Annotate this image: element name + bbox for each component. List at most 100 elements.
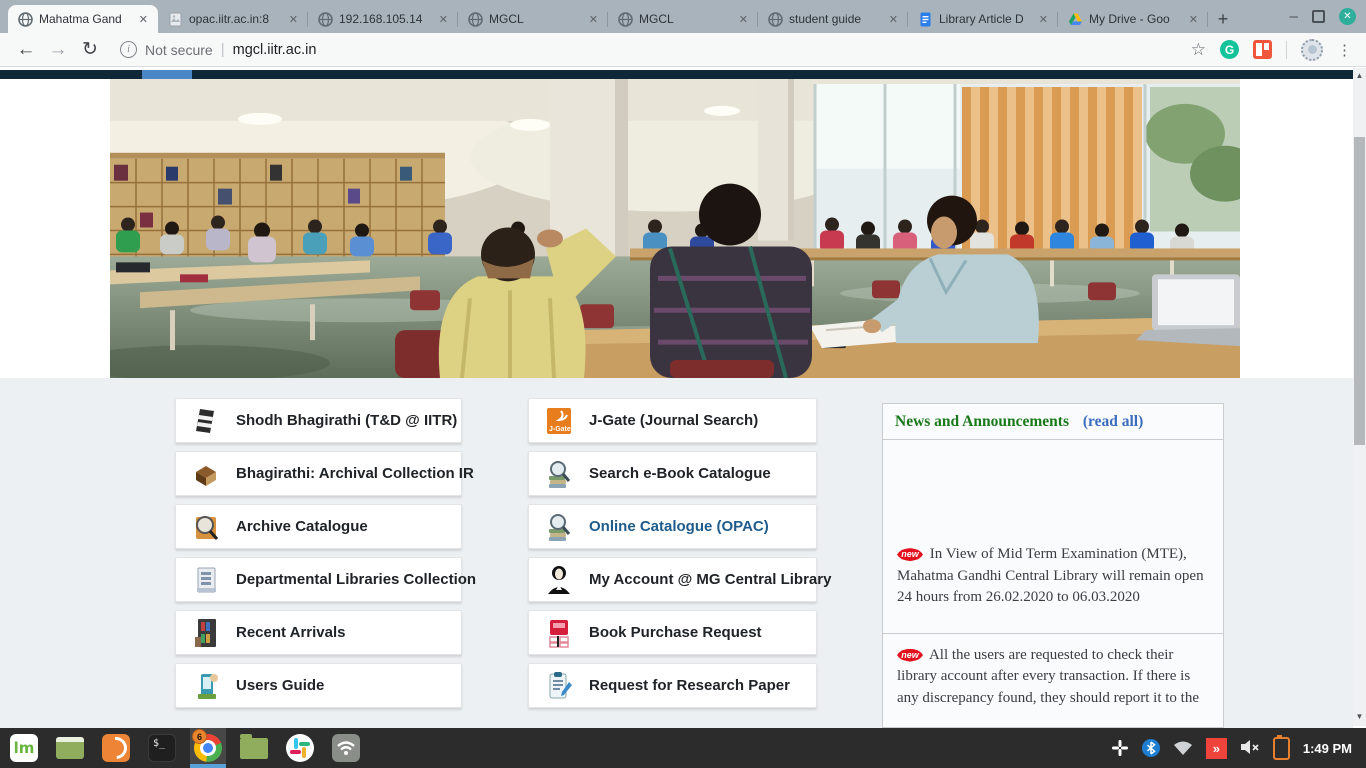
read-all-link[interactable]: (read all) xyxy=(1083,413,1143,430)
show-desktop-button[interactable] xyxy=(52,728,88,768)
restore-button[interactable] xyxy=(1312,10,1325,23)
book-search-icon xyxy=(545,511,573,543)
profile-avatar[interactable] xyxy=(1301,39,1323,61)
address-bar[interactable]: i Not secure | mgcl.iitr.ac.in xyxy=(120,41,1191,58)
news-item[interactable]: new All the users are requested to check… xyxy=(883,633,1223,720)
chrome-window-button[interactable]: 6 xyxy=(190,728,226,768)
link-label: J-Gate (Journal Search) xyxy=(589,412,758,429)
news-item[interactable]: new In View of Mid Term Examination (MTE… xyxy=(883,440,1223,633)
new-tab-button[interactable]: + xyxy=(1208,5,1238,33)
svg-text:J-Gate: J-Gate xyxy=(549,426,571,433)
terminal-launcher[interactable]: $_ xyxy=(144,728,180,768)
slack-launcher[interactable] xyxy=(282,728,318,768)
browser-toolbar: ← → ↻ i Not secure | mgcl.iitr.ac.in ☆ G… xyxy=(0,33,1366,67)
tab-close-icon[interactable]: ✕ xyxy=(287,13,300,26)
tab-title: opac.iitr.ac.in:8 xyxy=(189,12,281,26)
tab-mgcl-2[interactable]: MGCL ✕ xyxy=(608,5,758,33)
tab-title: Mahatma Gand xyxy=(39,12,131,26)
link-label: Search e-Book Catalogue xyxy=(589,465,771,482)
firefox-icon xyxy=(102,734,130,762)
news-item-text: In View of Mid Term Examination (MTE), M… xyxy=(897,546,1204,605)
tab-mahatma-gandhi[interactable]: Mahatma Gand ✕ xyxy=(8,5,158,33)
battery-icon[interactable] xyxy=(1273,737,1290,760)
forward-button[interactable]: → xyxy=(42,39,74,61)
tab-library-article[interactable]: Library Article D ✕ xyxy=(908,5,1058,33)
grammarly-extension-icon[interactable]: G xyxy=(1220,40,1239,59)
tab-title: My Drive - Goo xyxy=(1089,12,1181,26)
link-book-purchase[interactable]: Book Purchase Request xyxy=(528,610,817,655)
system-tray: » 1:49 PM xyxy=(1111,737,1360,760)
link-archive-catalogue[interactable]: Archive Catalogue xyxy=(175,504,462,549)
tab-close-icon[interactable]: ✕ xyxy=(137,13,150,26)
link-recent-arrivals[interactable]: Recent Arrivals xyxy=(175,610,462,655)
screenshot-extension-icon[interactable] xyxy=(1253,40,1272,59)
link-label: Request for Research Paper xyxy=(589,677,790,694)
archive-boxes-icon xyxy=(192,458,220,490)
scrollbar-down-arrow[interactable]: ▼ xyxy=(1353,710,1366,723)
reload-button[interactable]: ↻ xyxy=(74,38,106,61)
tab-close-icon[interactable]: ✕ xyxy=(887,13,900,26)
back-button[interactable]: ← xyxy=(10,39,42,61)
link-label: Departmental Libraries Collection xyxy=(236,571,476,588)
link-archival-collection[interactable]: Bhagirathi: Archival Collection IR xyxy=(175,451,462,496)
page-scrollbar[interactable]: ▲ ▼ xyxy=(1353,68,1366,726)
folder-icon xyxy=(240,738,268,759)
mint-menu-button[interactable]: lm xyxy=(6,728,42,768)
anydesk-icon[interactable]: » xyxy=(1206,738,1227,759)
tab-title: MGCL xyxy=(489,12,581,26)
toolbar-right: ☆ G ⋮ xyxy=(1191,39,1352,61)
link-users-guide[interactable]: Users Guide xyxy=(175,663,462,708)
quick-links-left-column: Shodh Bhagirathi (T&D @ IITR) Bhagirathi… xyxy=(175,398,462,708)
scrollbar-up-arrow[interactable]: ▲ xyxy=(1353,69,1366,82)
bookmark-star-icon[interactable]: ☆ xyxy=(1191,40,1206,60)
google-docs-icon xyxy=(918,12,933,27)
chrome-window-count-badge: 6 xyxy=(192,729,207,744)
link-label: Users Guide xyxy=(236,677,324,694)
minimize-button[interactable]: – xyxy=(1290,12,1298,22)
link-opac[interactable]: Online Catalogue (OPAC) xyxy=(528,504,817,549)
clock[interactable]: 1:49 PM xyxy=(1303,741,1352,756)
news-panel: News and Announcements (read all) new In… xyxy=(882,403,1224,728)
tab-student-guide[interactable]: student guide ✕ xyxy=(758,5,908,33)
tab-close-icon[interactable]: ✕ xyxy=(437,13,450,26)
url-text[interactable]: mgcl.iitr.ac.in xyxy=(233,42,317,58)
tab-opac[interactable]: opac.iitr.ac.in:8 ✕ xyxy=(158,5,308,33)
close-button[interactable]: ✕ xyxy=(1339,8,1356,25)
tab-mgcl-1[interactable]: MGCL ✕ xyxy=(458,5,608,33)
file-manager-launcher[interactable] xyxy=(236,728,272,768)
site-info-icon[interactable]: i xyxy=(120,41,137,58)
site-navbar-edge xyxy=(0,70,1353,79)
bluetooth-icon[interactable] xyxy=(1142,739,1160,757)
link-label: Shodh Bhagirathi (T&D @ IITR) xyxy=(236,412,457,429)
site-navbar-active-item[interactable] xyxy=(142,70,192,79)
library-reading-room-photo xyxy=(110,79,1240,378)
volume-muted-icon[interactable] xyxy=(1240,739,1260,758)
link-ebook-catalogue[interactable]: Search e-Book Catalogue xyxy=(528,451,817,496)
new-books-shelf-icon xyxy=(192,617,220,649)
tab-close-icon[interactable]: ✕ xyxy=(1187,13,1200,26)
security-label: Not secure xyxy=(145,42,213,58)
link-shodh-bhagirathi[interactable]: Shodh Bhagirathi (T&D @ IITR) xyxy=(175,398,462,443)
tab-close-icon[interactable]: ✕ xyxy=(587,13,600,26)
network-app-launcher[interactable] xyxy=(328,728,364,768)
tab-close-icon[interactable]: ✕ xyxy=(1037,13,1050,26)
link-departmental-libraries[interactable]: Departmental Libraries Collection xyxy=(175,557,462,602)
browser-tab-strip: Mahatma Gand ✕ opac.iitr.ac.in:8 ✕ 192.1… xyxy=(0,0,1366,33)
quick-links-right-column: J-Gate J-Gate (Journal Search) Search e-… xyxy=(528,398,817,708)
tray-slack-icon[interactable] xyxy=(1111,739,1129,757)
link-my-account[interactable]: My Account @ MG Central Library xyxy=(528,557,817,602)
tab-ip-address[interactable]: 192.168.105.14 ✕ xyxy=(308,5,458,33)
link-jgate[interactable]: J-Gate J-Gate (Journal Search) xyxy=(528,398,817,443)
tab-close-icon[interactable]: ✕ xyxy=(737,13,750,26)
scrollbar-thumb[interactable] xyxy=(1354,137,1365,445)
link-label: Online Catalogue (OPAC) xyxy=(589,518,769,535)
browser-menu-icon[interactable]: ⋮ xyxy=(1337,41,1352,59)
firefox-launcher[interactable] xyxy=(98,728,134,768)
link-research-paper-request[interactable]: Request for Research Paper xyxy=(528,663,817,708)
news-header: News and Announcements (read all) xyxy=(883,404,1223,440)
network-wifi-icon[interactable] xyxy=(1173,741,1193,756)
tab-my-drive[interactable]: My Drive - Goo ✕ xyxy=(1058,5,1208,33)
link-label: Book Purchase Request xyxy=(589,624,762,641)
user-account-icon xyxy=(545,564,573,596)
address-separator: | xyxy=(221,41,225,58)
